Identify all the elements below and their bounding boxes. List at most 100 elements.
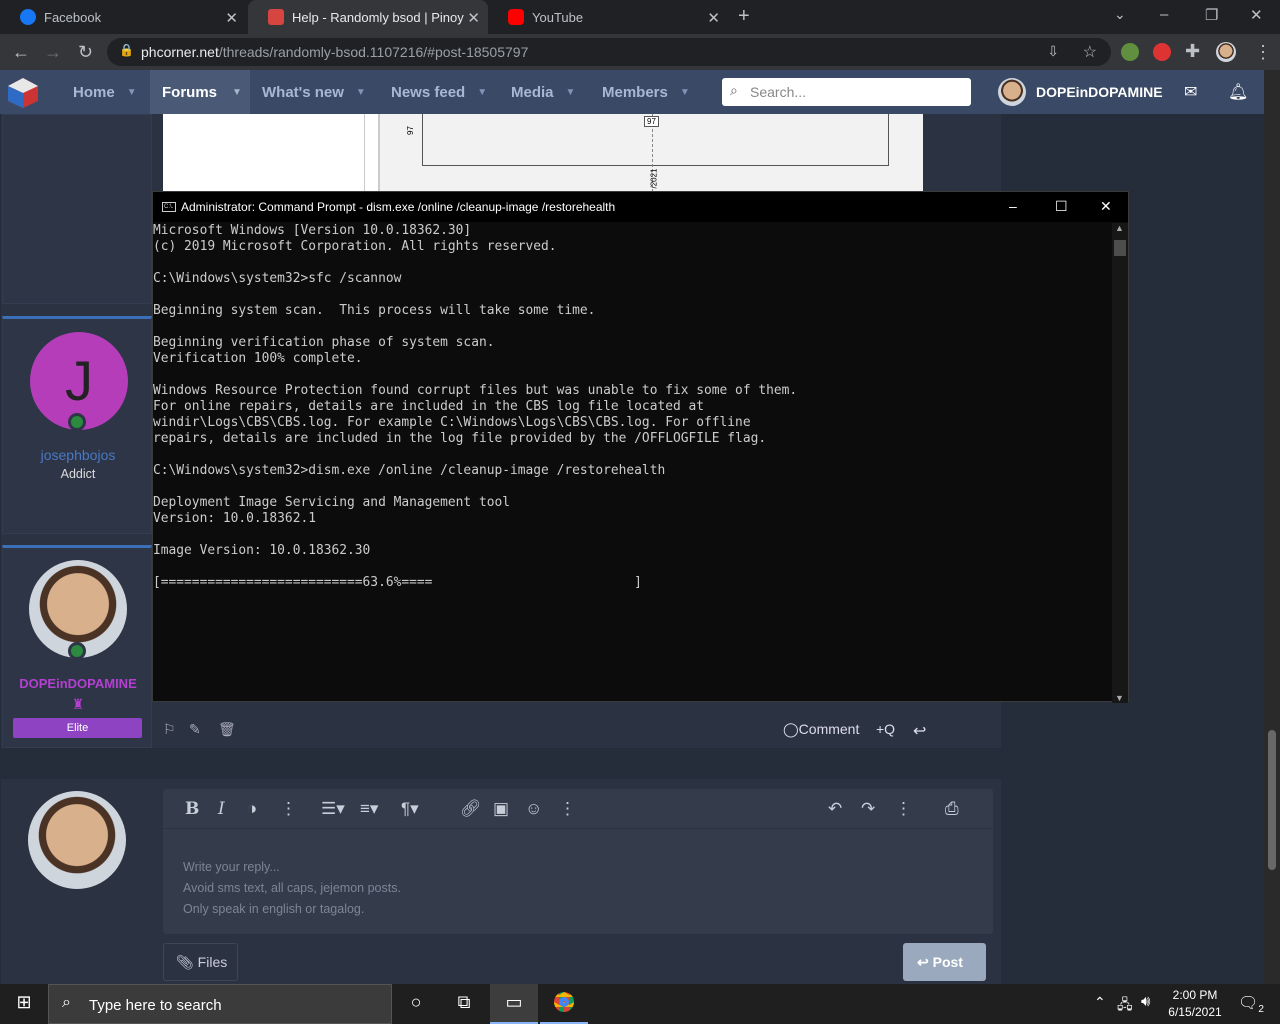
nav-members[interactable]: Members ▼ — [602, 70, 712, 114]
forward-icon[interactable]: → — [44, 42, 62, 63]
bold-icon[interactable]: B — [185, 799, 199, 819]
notification-center-icon[interactable]: 🗨︎2 — [1238, 993, 1264, 1015]
edit-icon[interactable]: ✎ — [189, 721, 201, 738]
cmd-line: Deployment Image Servicing and Managemen… — [153, 495, 510, 510]
close-icon[interactable]: ✕ — [467, 9, 480, 27]
cmd-output[interactable]: Microsoft Windows [Version 10.0.18362.30… — [153, 223, 1113, 591]
nav-label: What's new — [262, 83, 344, 101]
url-bar[interactable]: 🔒 phcorner.net/threads/randomly-bsod.110… — [107, 38, 1111, 66]
cmd-scrollbar[interactable]: ▲ ▼ — [1112, 223, 1128, 703]
close-icon[interactable]: ✕ — [707, 9, 720, 27]
reload-icon[interactable]: ↻ — [78, 42, 93, 63]
windows-start-icon[interactable]: ⊞ — [0, 984, 48, 1024]
nav-label: Members — [602, 83, 668, 101]
chevron-down-icon[interactable]: ▼ — [356, 87, 366, 98]
align-icon[interactable]: ≡▾ — [360, 799, 378, 819]
command-prompt-window[interactable]: C:\. Administrator: Command Prompt - dis… — [152, 191, 1129, 703]
close-icon[interactable]: ✕ — [1100, 198, 1112, 215]
scroll-thumb[interactable] — [1114, 240, 1126, 256]
minimize-icon[interactable]: – — [1160, 6, 1168, 23]
site-search-input[interactable]: ⌕ Search... — [722, 78, 971, 106]
link-icon[interactable]: 🔗︎ — [460, 799, 482, 819]
bookmark-star-icon[interactable]: ☆ — [1083, 42, 1097, 62]
nav-home[interactable]: Home ▼ — [60, 70, 150, 114]
nav-news-feed[interactable]: News feed ▼ — [391, 70, 501, 114]
reply-avatar — [28, 791, 126, 889]
user-menu[interactable]: DOPEinDOPAMINE — [998, 78, 1163, 106]
back-icon[interactable]: ← — [12, 42, 30, 63]
nav-whats-new[interactable]: What's new ▼ — [262, 70, 382, 114]
volume-icon[interactable]: 🔊︎ — [1141, 993, 1150, 1010]
extension-badge-icon[interactable] — [1153, 43, 1171, 61]
tab-search-icon[interactable]: ⌄ — [1114, 6, 1126, 23]
poster-josephbojos: J josephbojos Addict — [2, 316, 152, 534]
tab-youtube[interactable]: YouTube ✕ — [488, 0, 728, 34]
post-reply-button[interactable]: ↩ Post — [903, 943, 986, 981]
close-window-icon[interactable]: ✕ — [1250, 6, 1263, 24]
chevron-down-icon[interactable]: ▼ — [566, 87, 576, 98]
delete-icon[interactable]: 🗑︎ — [218, 721, 236, 738]
profile-avatar[interactable] — [1216, 42, 1236, 62]
page-scrollbar[interactable] — [1264, 70, 1280, 990]
more-icon[interactable]: ⋮ — [280, 799, 297, 819]
scroll-up-icon[interactable]: ▲ — [1115, 223, 1124, 233]
phcorner-logo[interactable] — [6, 77, 40, 109]
poster-name[interactable]: DOPEinDOPAMINE — [3, 676, 153, 691]
italic-icon[interactable]: I — [218, 799, 225, 819]
cmd-line: Version: 10.0.18362.1 — [153, 511, 316, 526]
cmd-title-bar[interactable]: C:\. Administrator: Command Prompt - dis… — [153, 192, 1128, 222]
extensions-puzzle-icon[interactable]: ✚ — [1185, 41, 1200, 62]
task-view-icon[interactable]: ⧉ — [440, 984, 488, 1024]
cmd-line — [153, 255, 1113, 271]
chevron-down-icon[interactable]: ▼ — [232, 87, 242, 98]
bell-icon[interactable]: 🔔︎ — [1228, 82, 1248, 102]
chevron-down-icon[interactable]: ▼ — [127, 87, 137, 98]
paragraph-icon[interactable]: ¶▾ — [401, 799, 419, 819]
comment-button[interactable]: ◯Comment — [783, 721, 859, 738]
redo-icon[interactable]: ↷ — [861, 799, 875, 819]
tray-chevron-icon[interactable]: ⌃ — [1094, 994, 1106, 1011]
new-tab-icon[interactable]: + — [738, 5, 750, 28]
undo-icon[interactable]: ↶ — [828, 799, 842, 819]
attach-files-button[interactable]: 📎︎ Files — [163, 943, 238, 981]
more-icon[interactable]: ⋮ — [559, 799, 576, 819]
image-icon[interactable]: ▣ — [493, 799, 509, 819]
scroll-thumb[interactable] — [1268, 730, 1276, 870]
palette-icon[interactable]: ◑ — [247, 799, 257, 819]
preview-icon[interactable]: ⎙ — [945, 799, 959, 819]
taskbar-search-input[interactable]: ⌕ Type here to search — [48, 984, 392, 1024]
maximize-icon[interactable]: ☐ — [1055, 198, 1068, 215]
report-flag-icon[interactable]: ⚐ — [163, 721, 176, 738]
tab-facebook[interactable]: Facebook ✕ — [0, 0, 246, 34]
tab-phcorner[interactable]: Help - Randomly bsod | Pinoy Int ✕ — [248, 0, 488, 34]
quote-button[interactable]: +Q — [876, 721, 895, 737]
taskbar-chrome-icon[interactable] — [540, 984, 588, 1024]
cmd-line — [153, 367, 1113, 383]
poster-name[interactable]: josephbojos — [3, 447, 153, 463]
taskbar-cmd-icon[interactable]: ▭ — [490, 984, 538, 1024]
list-icon[interactable]: ☰▾ — [321, 799, 345, 819]
post-image[interactable]: 97 97 /2021 — [163, 114, 923, 192]
install-icon[interactable]: ⇩ — [1047, 43, 1059, 60]
restore-icon[interactable]: ❐ — [1205, 6, 1218, 24]
close-icon[interactable]: ✕ — [225, 9, 238, 27]
minimize-icon[interactable]: – — [1009, 198, 1017, 214]
cortana-icon[interactable]: ○ — [392, 984, 440, 1024]
nav-forums[interactable]: Forums ▼ — [150, 70, 250, 114]
scroll-down-icon[interactable]: ▼ — [1115, 693, 1124, 703]
extension-icon[interactable] — [1121, 43, 1139, 61]
emoji-icon[interactable]: ☺ — [525, 799, 542, 819]
reply-editor[interactable]: B I ◑ ⋮ ☰▾ ≡▾ ¶▾ 🔗︎ ▣ ☺ ⋮ ↶ ↷ ⋮ ⎙ Write … — [163, 789, 993, 934]
address-bar-row: ← → ↻ 🔒 phcorner.net/threads/randomly-bs… — [0, 34, 1280, 70]
chevron-down-icon[interactable]: ▼ — [477, 87, 487, 98]
facebook-icon — [20, 9, 36, 25]
inbox-icon[interactable]: ✉ — [1184, 82, 1197, 102]
files-label: Files — [197, 954, 228, 970]
more-icon[interactable]: ⋮ — [895, 799, 912, 819]
network-icon[interactable]: 🖧︎ — [1117, 994, 1133, 1018]
menu-kebab-icon[interactable]: ⋮ — [1254, 42, 1272, 63]
chevron-down-icon[interactable]: ▼ — [680, 87, 690, 98]
reply-icon[interactable]: ↩ — [913, 721, 926, 741]
taskbar-clock[interactable]: 2:00 PM 6/15/2021 — [1160, 987, 1230, 1021]
nav-media[interactable]: Media ▼ — [511, 70, 591, 114]
